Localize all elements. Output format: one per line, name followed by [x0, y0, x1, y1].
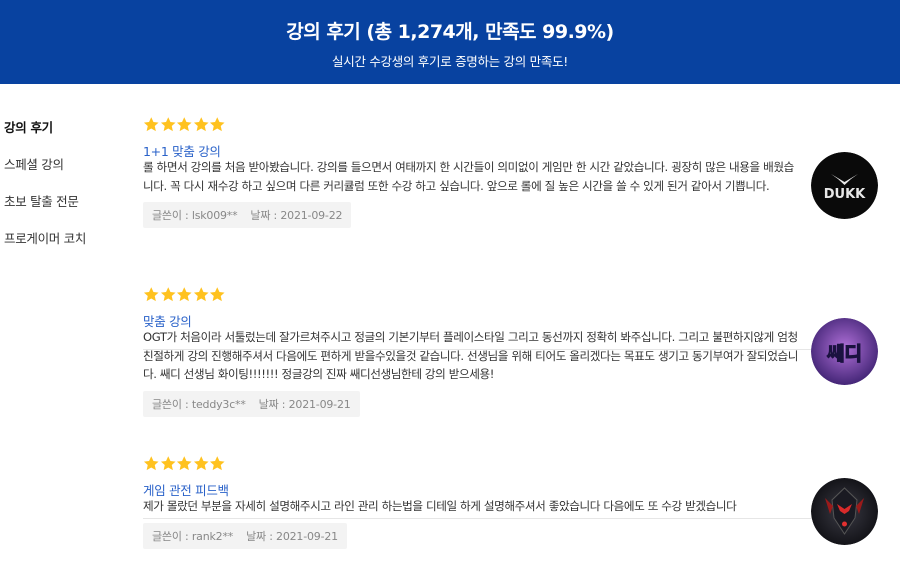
star-icon — [176, 456, 192, 471]
review-card: 맞춤 강의 OGT가 처음이라 서툴렀는데 잘가르쳐주시고 정글의 기본기부터 … — [143, 286, 878, 417]
avatar: DUKK — [811, 152, 878, 219]
page-subtitle: 실시간 수강생의 후기로 증명하는 강의 만족도! — [332, 53, 568, 69]
review-title: 맞춤 강의 — [143, 314, 192, 329]
main-content: 강의 후기 스페셜 강의 초보 탈출 전문 프로게이머 코치 1+1 맞춤 강의… — [0, 84, 900, 586]
review-body: 제가 몰랐던 부분을 자세히 설명해주시고 라인 관리 하는법을 디테일 하게 … — [143, 499, 737, 513]
star-icon — [160, 287, 176, 302]
star-icon — [209, 456, 225, 471]
review-card: 게임 관전 피드백 제가 몰랐던 부분을 자세히 설명해주시고 라인 관리 하는… — [143, 455, 878, 549]
star-icon — [193, 117, 209, 132]
star-icon — [176, 287, 192, 302]
review-date: 날짜 : 2021-09-22 — [250, 209, 343, 222]
star-icon — [209, 117, 225, 132]
review-date: 날짜 : 2021-09-21 — [258, 397, 351, 411]
review-meta: 글쓴이 : lsk009** 날짜 : 2021-09-22 — [143, 202, 352, 228]
star-icon — [143, 287, 159, 302]
star-rating — [143, 116, 878, 136]
star-icon — [160, 117, 176, 132]
review-body: OGT가 처음이라 서툴렀는데 잘가르쳐주시고 정글의 기본기부터 플레이스타일… — [143, 330, 798, 381]
page-title: 강의 후기 (총 1,274개, 만족도 99.9%) — [286, 20, 614, 43]
sidebar-item-special-course[interactable]: 스페셜 강의 — [0, 157, 130, 194]
avatar-text: 쌔디 — [827, 343, 862, 365]
review-meta: 글쓴이 : teddy3c** 날짜 : 2021-09-21 — [143, 390, 360, 417]
star-icon — [209, 287, 225, 302]
star-icon — [193, 287, 209, 302]
review-author: 글쓴이 : teddy3c** — [152, 397, 246, 411]
star-icon — [176, 117, 192, 132]
review-title: 게임 관전 피드백 — [143, 483, 229, 498]
review-card: 1+1 맞춤 강의 롤 하면서 강의를 처음 받아봤습니다. 강의를 들으면서 … — [143, 116, 878, 228]
review-meta: 글쓴이 : rank2** 날짜 : 2021-09-21 — [143, 522, 347, 549]
sidebar-item-reviews[interactable]: 강의 후기 — [0, 120, 130, 157]
avatar — [811, 478, 878, 545]
star-icon — [143, 456, 159, 471]
avatar-text: DUKK — [824, 187, 866, 202]
star-rating — [143, 286, 878, 306]
review-date: 날짜 : 2021-09-21 — [246, 529, 338, 543]
page-header: 강의 후기 (총 1,274개, 만족도 99.9%) 실시간 수강생의 후기로… — [0, 0, 900, 84]
avatar: 쌔디 — [811, 318, 878, 385]
dukk-logo-icon: DUKK — [811, 152, 878, 219]
review-author: 글쓴이 : lsk009** — [152, 209, 238, 222]
ssaedi-logo-icon: 쌔디 — [811, 318, 878, 385]
review-title: 1+1 맞춤 강의 — [143, 144, 221, 159]
star-rating — [143, 455, 878, 475]
armored-champion-avatar-icon — [811, 478, 878, 545]
star-icon — [160, 456, 176, 471]
star-icon — [143, 117, 159, 132]
sidebar: 강의 후기 스페셜 강의 초보 탈출 전문 프로게이머 코치 — [0, 120, 130, 268]
sidebar-item-beginner-escape[interactable]: 초보 탈출 전문 — [0, 194, 130, 231]
review-author: 글쓴이 : rank2** — [152, 529, 234, 543]
star-icon — [193, 456, 209, 471]
sidebar-item-pro-coach[interactable]: 프로게이머 코치 — [0, 231, 130, 268]
review-body: 롤 하면서 강의를 처음 받아봤습니다. 강의를 들으면서 여태까지 한 시간들… — [143, 160, 794, 193]
